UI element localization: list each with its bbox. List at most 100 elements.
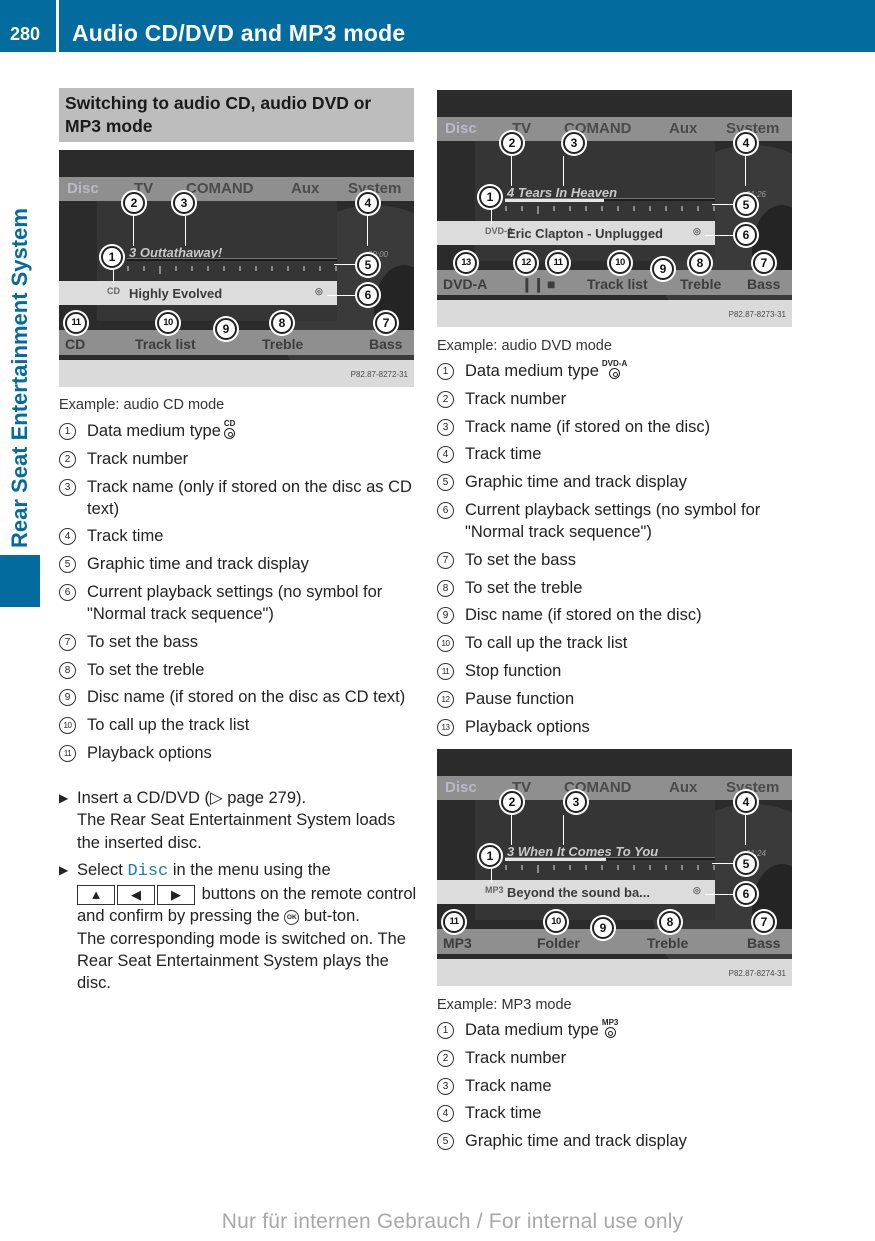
- section-heading: Switching to audio CD, audio DVD or MP3 …: [59, 88, 414, 142]
- legend-text: Track time: [87, 527, 164, 546]
- figure-id: P82.87-8272-31: [350, 370, 408, 379]
- disc-name: Eric Clapton - Unplugged: [507, 226, 663, 241]
- softkey-2: Treble: [262, 336, 304, 352]
- legend-text: To set the treble: [87, 660, 205, 679]
- tick-mark: [505, 865, 507, 870]
- legend-text: Pause function: [465, 689, 575, 708]
- step-arrow-icon: ▶: [59, 791, 69, 805]
- track-ticks: [127, 266, 337, 274]
- leader-line: [563, 815, 564, 845]
- legend-text: To call up the track list: [465, 634, 628, 653]
- tick-mark: [335, 266, 337, 271]
- callout-number-icon: 4: [437, 1105, 454, 1123]
- tick-mark: [697, 206, 699, 211]
- callout-12-icon: 12: [515, 252, 537, 274]
- legend-text: To set the bass: [87, 632, 198, 651]
- legend-text: Track number: [465, 1048, 567, 1067]
- callout-7-icon: 7: [753, 252, 775, 274]
- callout-1-icon: 1: [479, 845, 501, 867]
- page-header: 280 Audio CD/DVD and MP3 mode: [0, 0, 875, 52]
- legend-text: Track number: [465, 389, 567, 408]
- tick-mark: [537, 865, 539, 873]
- legend-item: 7 To set the bass: [437, 549, 797, 571]
- watermark: Nur für internen Gebrauch / For internal…: [221, 1210, 684, 1233]
- legend-text: Data medium type: [465, 1021, 599, 1039]
- callout-number-icon: 5: [437, 1133, 454, 1151]
- tick-mark: [713, 206, 715, 211]
- leader-line: [133, 216, 134, 246]
- screen-audio-cd: Disc TV COMAND Aux System 3 Outtathaway! 00:00…: [59, 150, 414, 387]
- tick-mark: [505, 206, 507, 211]
- legend-text: Track number: [87, 449, 189, 468]
- step-text: Insert a CD/DVD (▷ page 279).: [77, 789, 307, 807]
- leader-line: [712, 204, 736, 205]
- legend-text: Data medium type: [465, 362, 599, 380]
- legend-item: 8 To set the treble: [59, 659, 419, 681]
- callout-number-icon: 8: [437, 579, 454, 597]
- tick-mark: [175, 266, 177, 271]
- callout-9-icon: 9: [592, 917, 614, 939]
- legend-text: Playback options: [87, 743, 212, 762]
- legend-text: To set the treble: [465, 578, 583, 597]
- figure-id: P82.87-8274-31: [728, 969, 786, 978]
- legend-item: 1 Data medium type DVD-A: [437, 360, 797, 382]
- callout-8-icon: 8: [659, 911, 681, 933]
- legend-item: 2 Track number: [437, 1047, 797, 1069]
- legend-item: 13 Playback options: [437, 716, 797, 738]
- instruction-steps: ▶ Insert a CD/DVD (▷ page 279). The Rear…: [59, 787, 419, 1000]
- disc-icon: [224, 428, 236, 439]
- legend-item: 11 Playback options: [59, 742, 419, 764]
- step-text: in the menu using the: [172, 860, 331, 879]
- tick-mark: [127, 266, 129, 271]
- callout-7-icon: 7: [375, 312, 397, 334]
- callout-4-icon: 4: [357, 192, 379, 214]
- tick-mark: [521, 865, 523, 870]
- legend-text: Track name (only if stored on the disc a…: [87, 477, 412, 518]
- legend-text: Track name (if stored on the disc): [465, 417, 711, 436]
- tick-mark: [649, 865, 651, 870]
- leader-line: [185, 216, 186, 246]
- tick-mark: [303, 266, 305, 271]
- callout-9-icon: 9: [215, 318, 237, 340]
- side-tab: Rear Seat Entertainment System: [0, 52, 40, 552]
- legend-item: 1 Data medium type CD: [59, 420, 419, 442]
- callout-11-icon: 11: [65, 312, 87, 334]
- step-text: Select: [77, 860, 123, 879]
- callout-11-icon: 11: [443, 911, 465, 933]
- menu-item-comand: COMAND: [186, 180, 254, 197]
- callout-number-icon: 10: [437, 635, 454, 653]
- callout-number-icon: 2: [437, 390, 454, 408]
- step-result: The Rear Seat Entertainment System loads…: [77, 811, 396, 852]
- legend-item: 5 Graphic time and track display: [437, 1130, 797, 1152]
- legend-text: Data medium type: [87, 422, 221, 440]
- callout-number-icon: 5: [59, 556, 76, 574]
- softkey-bar: [437, 929, 792, 954]
- legend-item: 3 Track name (if stored on the disc): [437, 416, 797, 438]
- track-ticks: [505, 865, 715, 873]
- softkey-3: Track list: [587, 276, 648, 292]
- callout-6-icon: 6: [357, 284, 379, 306]
- softkey-3: Bass: [369, 336, 403, 352]
- tick-mark: [681, 206, 683, 211]
- tick-mark: [681, 865, 683, 870]
- legend-text: Current playback settings (no symbol for…: [87, 582, 383, 623]
- step-result: The corresponding mode is switched on. T…: [77, 929, 406, 993]
- leader-line: [745, 156, 746, 186]
- tick-mark: [617, 206, 619, 211]
- callout-number-icon: 1: [59, 423, 76, 440]
- disc-medium-label: MP3: [601, 1018, 619, 1027]
- key-left-icon: ◀: [117, 884, 155, 905]
- tick-mark: [537, 206, 539, 214]
- softkey-0: DVD-A: [443, 276, 488, 292]
- callout-10-icon: 10: [157, 312, 179, 334]
- callout-number-icon: 2: [437, 1049, 454, 1067]
- legend-text: Graphic time and track display: [87, 555, 309, 574]
- tick-mark: [601, 206, 603, 211]
- figure-caption-mp3: Example: MP3 mode: [437, 997, 572, 1013]
- disc-name: Highly Evolved: [129, 286, 223, 301]
- disc-medium-label: DVD-A: [601, 359, 628, 368]
- softkey-4: Treble: [680, 276, 722, 292]
- side-tab-marker: [0, 555, 40, 607]
- progress-bar: [505, 198, 715, 202]
- leader-line: [712, 863, 736, 864]
